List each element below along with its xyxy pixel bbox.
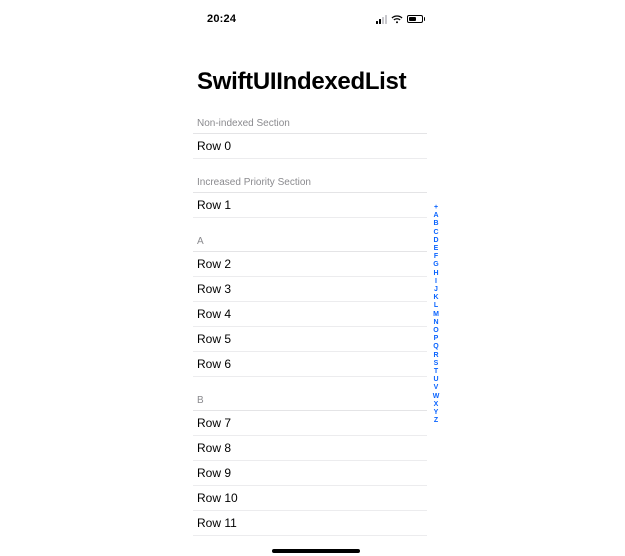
list-item[interactable]: Row 0 xyxy=(193,134,427,159)
index-item[interactable]: S xyxy=(431,360,441,368)
phone-screen: 20:24 SwiftUIIndexedList Non-indexed Sec… xyxy=(193,0,439,556)
page-title: SwiftUIIndexedList xyxy=(193,28,439,108)
list-item[interactable]: Row 9 xyxy=(193,461,427,486)
index-item[interactable]: T xyxy=(431,368,441,376)
index-item[interactable]: G xyxy=(431,261,441,269)
wifi-icon xyxy=(391,15,403,24)
section-header: B xyxy=(193,385,427,411)
list-item[interactable]: Row 3 xyxy=(193,277,427,302)
index-item[interactable]: E xyxy=(431,245,441,253)
list-item[interactable]: Row 2 xyxy=(193,252,427,277)
index-item[interactable]: V xyxy=(431,384,441,392)
index-item[interactable]: U xyxy=(431,376,441,384)
battery-icon xyxy=(407,15,426,23)
index-item[interactable]: P xyxy=(431,335,441,343)
index-item[interactable]: F xyxy=(431,253,441,261)
list-item[interactable]: Row 5 xyxy=(193,327,427,352)
index-item[interactable]: A xyxy=(431,212,441,220)
section-header: A xyxy=(193,226,427,252)
index-item[interactable]: D xyxy=(431,237,441,245)
index-item[interactable]: R xyxy=(431,352,441,360)
index-item[interactable]: + xyxy=(431,204,441,212)
index-item[interactable]: X xyxy=(431,401,441,409)
list-item[interactable]: Row 10 xyxy=(193,486,427,511)
index-item[interactable]: J xyxy=(431,286,441,294)
index-item[interactable]: M xyxy=(431,311,441,319)
index-item[interactable]: B xyxy=(431,220,441,228)
list-item[interactable]: Row 1 xyxy=(193,193,427,218)
index-item[interactable]: W xyxy=(431,393,441,401)
index-item[interactable]: H xyxy=(431,270,441,278)
cellular-icon xyxy=(376,15,387,24)
section-header: Increased Priority Section xyxy=(193,167,427,193)
index-item[interactable]: K xyxy=(431,294,441,302)
index-item[interactable]: L xyxy=(431,302,441,310)
list-item[interactable]: Row 6 xyxy=(193,352,427,377)
status-indicators xyxy=(376,15,426,24)
list-item[interactable]: Row 8 xyxy=(193,436,427,461)
list-item[interactable]: Row 11 xyxy=(193,511,427,536)
list[interactable]: Non-indexed Section Row 0 Increased Prio… xyxy=(193,108,439,536)
list-item[interactable]: Row 4 xyxy=(193,302,427,327)
index-item[interactable]: I xyxy=(431,278,441,286)
index-item[interactable]: Z xyxy=(431,417,441,425)
status-time: 20:24 xyxy=(207,13,236,25)
index-item[interactable]: Y xyxy=(431,409,441,417)
index-bar[interactable]: + A B C D E F G H I J K L M N O P Q R S … xyxy=(431,204,441,425)
index-item[interactable]: O xyxy=(431,327,441,335)
status-bar: 20:24 xyxy=(193,0,439,28)
index-item[interactable]: C xyxy=(431,229,441,237)
list-item[interactable]: Row 7 xyxy=(193,411,427,436)
section-header: Non-indexed Section xyxy=(193,108,427,134)
index-item[interactable]: Q xyxy=(431,343,441,351)
index-item[interactable]: N xyxy=(431,319,441,327)
home-indicator[interactable] xyxy=(272,549,360,553)
